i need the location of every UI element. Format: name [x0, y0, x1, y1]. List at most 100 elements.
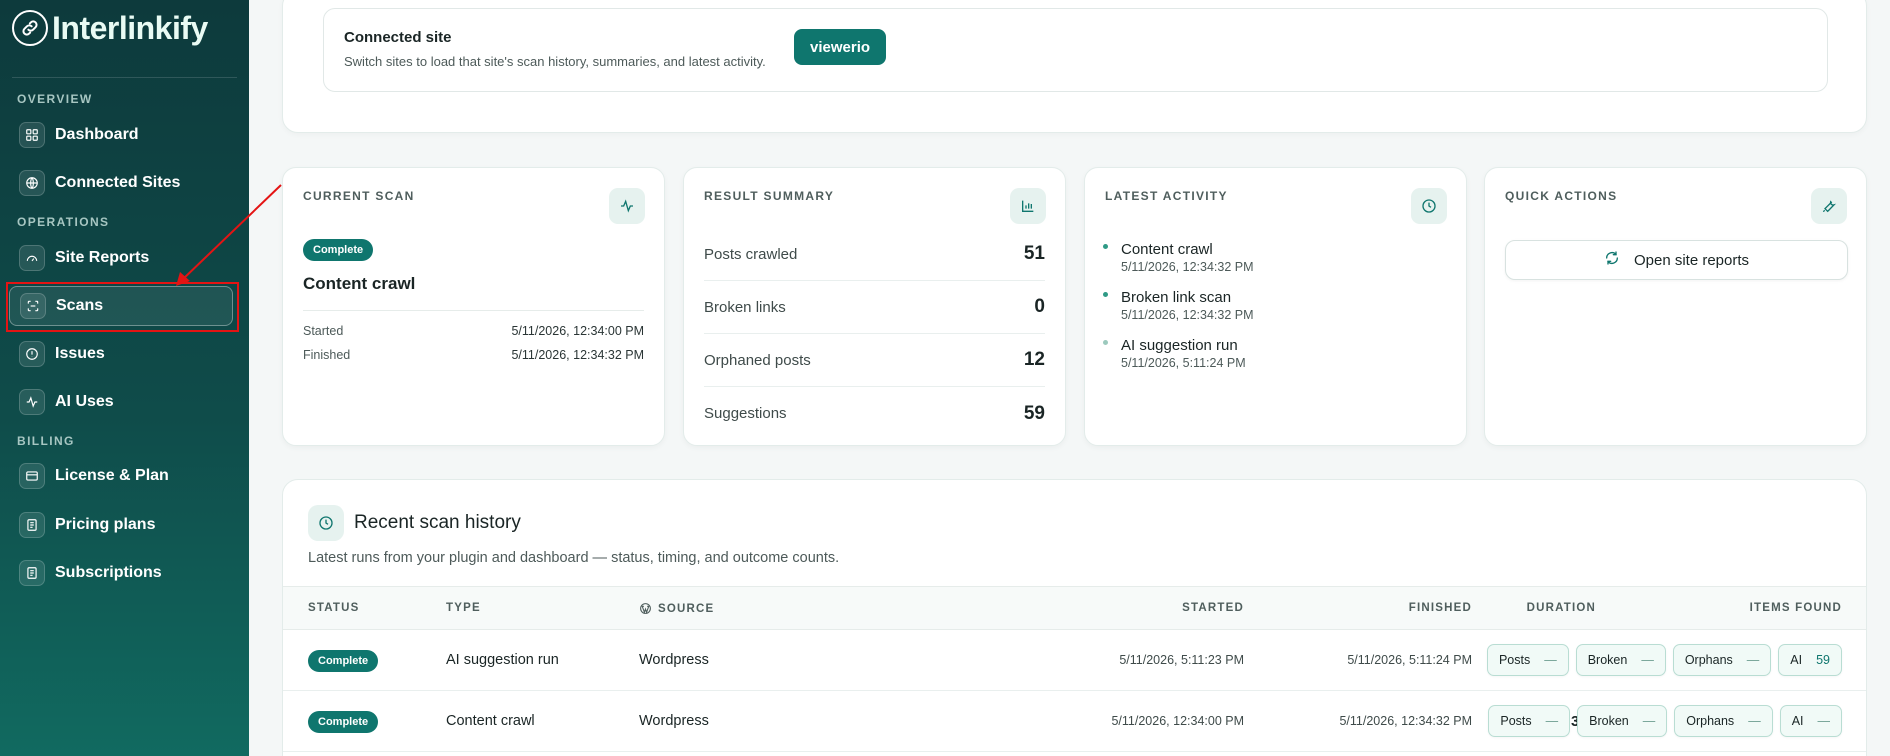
activity-time: 5/11/2026, 12:34:32 PM	[1121, 308, 1254, 322]
table-row[interactable]: Complete Content crawl Wordpress 5/11/20…	[283, 691, 1866, 752]
result-summary-card: RESULT SUMMARY Posts crawled 51 Broken l…	[683, 167, 1066, 446]
clock-icon	[1411, 188, 1447, 224]
sidebar: Interlinkify OVERVIEW Dashboard Connecte…	[0, 0, 249, 756]
status-badge: Complete	[303, 239, 374, 261]
sidebar-item-scans[interactable]: Scans	[9, 286, 233, 326]
pill-value: —	[1817, 714, 1831, 728]
current-scan-title: Content crawl	[303, 274, 416, 293]
pill-value: —	[1642, 714, 1656, 728]
sidebar-item-label: Connected Sites	[55, 174, 181, 191]
activity-time: 5/11/2026, 5:11:24 PM	[1121, 356, 1246, 370]
card-icon	[19, 463, 45, 489]
wrench-icon	[1811, 188, 1847, 224]
clock-icon	[308, 505, 344, 541]
column-started[interactable]: STARTED	[1182, 602, 1244, 614]
nav-section-overview: OVERVIEW	[17, 92, 93, 106]
pill-label: Orphans	[1686, 714, 1735, 728]
sidebar-item-label: Subscriptions	[55, 564, 162, 581]
sidebar-item-subscriptions[interactable]: Subscriptions	[9, 553, 233, 593]
nav-section-operations: OPERATIONS	[17, 215, 110, 229]
finished-label: Finished	[303, 348, 351, 362]
summary-row-suggestions: Suggestions 59	[704, 387, 1045, 440]
card-label: QUICK ACTIONS	[1505, 189, 1618, 203]
pill-label: AI	[1791, 714, 1804, 728]
column-type[interactable]: TYPE	[446, 602, 481, 614]
column-duration[interactable]: DURATION	[1527, 602, 1596, 614]
items-pill-ai[interactable]: AI —	[1779, 705, 1842, 737]
items-pill-broken[interactable]: Broken —	[1577, 705, 1668, 737]
items-pill-posts[interactable]: Posts —	[1488, 705, 1571, 737]
table-header: STATUS TYPE SOURCE STARTED FINISHED DURA…	[283, 586, 1866, 630]
summary-row-broken-links: Broken links 0	[704, 281, 1045, 334]
sidebar-item-connected-sites[interactable]: Connected Sites	[9, 163, 233, 203]
status-badge: Complete	[308, 650, 379, 672]
brand[interactable]: Interlinkify	[12, 8, 208, 48]
refresh-icon	[1604, 250, 1620, 270]
sidebar-item-pricing-plans[interactable]: Pricing plans	[9, 505, 233, 545]
sidebar-item-license-plan[interactable]: License & Plan	[9, 456, 233, 496]
activity-item[interactable]: Broken link scan 5/11/2026, 12:34:32 PM	[1103, 289, 1254, 322]
column-finished[interactable]: FINISHED	[1409, 602, 1472, 614]
summary-label: Broken links	[704, 298, 786, 316]
activity-title: Content crawl	[1121, 241, 1213, 258]
site-selector-button[interactable]: viewerio	[794, 29, 887, 65]
items-pill-orphans[interactable]: Orphans —	[1674, 705, 1773, 737]
pill-label: Orphans	[1684, 653, 1733, 667]
nav-section-billing: BILLING	[17, 434, 75, 448]
items-found-group: Posts — Broken — Orphans — AI —	[1488, 705, 1842, 737]
sidebar-item-ai-uses[interactable]: AI Uses	[9, 382, 233, 422]
pill-label: Broken	[1589, 714, 1629, 728]
pill-value: —	[1746, 653, 1760, 667]
items-pill-broken[interactable]: Broken —	[1575, 644, 1666, 676]
summary-value: 51	[1023, 243, 1045, 264]
globe-icon	[19, 170, 45, 196]
items-pill-ai[interactable]: AI 59	[1778, 644, 1842, 676]
summary-value: 59	[1023, 402, 1045, 424]
sidebar-item-label: License & Plan	[55, 467, 169, 484]
row-started: 5/11/2026, 12:34:00 PM	[1111, 714, 1244, 728]
pill-value: —	[1544, 653, 1557, 667]
items-found-group: Posts — Broken — Orphans — AI 59	[1486, 644, 1842, 676]
summary-row-orphaned-posts: Orphaned posts 12	[704, 334, 1045, 387]
status-badge: Complete	[308, 711, 379, 733]
column-items-found[interactable]: ITEMS FOUND	[1750, 602, 1842, 614]
divider	[303, 310, 644, 311]
current-scan-card: CURRENT SCAN Complete Content crawl Star…	[282, 167, 665, 446]
connected-site-title: Connected site	[344, 29, 452, 46]
table-row[interactable]: Complete AI suggestion run Wordpress 5/1…	[283, 630, 1866, 691]
sidebar-item-dashboard[interactable]: Dashboard	[9, 115, 233, 155]
summary-value: 12	[1023, 349, 1045, 370]
activity-icon	[19, 389, 45, 415]
items-pill-posts[interactable]: Posts —	[1486, 644, 1569, 676]
activity-title: AI suggestion run	[1121, 337, 1238, 354]
sidebar-item-label: Dashboard	[55, 126, 139, 143]
items-pill-orphans[interactable]: Orphans —	[1672, 644, 1772, 676]
pill-value: —	[1545, 714, 1559, 728]
column-source[interactable]: SOURCE	[639, 602, 714, 615]
card-label: CURRENT SCAN	[303, 189, 415, 203]
activity-title: Broken link scan	[1121, 289, 1232, 306]
sidebar-item-site-reports[interactable]: Site Reports	[9, 238, 233, 278]
pill-value: —	[1641, 653, 1654, 667]
recent-scan-history: Recent scan history Latest runs from you…	[282, 479, 1867, 756]
sidebar-item-label: Site Reports	[55, 249, 150, 266]
activity-item[interactable]: AI suggestion run 5/11/2026, 5:11:24 PM	[1103, 337, 1246, 370]
column-status[interactable]: STATUS	[308, 602, 360, 614]
activity-item[interactable]: Content crawl 5/11/2026, 12:34:32 PM	[1103, 241, 1254, 274]
pill-label: AI	[1790, 653, 1803, 667]
open-site-reports-label: Open site reports	[1633, 251, 1750, 269]
pill-value: 59	[1816, 653, 1830, 667]
sidebar-item-label: Pricing plans	[55, 516, 156, 533]
scan-started-row: Started 5/11/2026, 12:34:00 PM	[303, 324, 644, 338]
brand-name: Interlinkify	[52, 9, 208, 46]
sidebar-item-label: AI Uses	[55, 393, 114, 410]
row-source: Wordpress	[639, 652, 709, 668]
sidebar-item-issues[interactable]: Issues	[9, 334, 233, 374]
alert-icon	[19, 341, 45, 367]
wordpress-icon	[640, 603, 651, 614]
pill-label: Broken	[1587, 653, 1628, 667]
column-source-label: SOURCE	[658, 602, 715, 615]
summary-label: Suggestions	[704, 405, 787, 422]
quick-actions-card: QUICK ACTIONS Open site reports	[1484, 167, 1867, 446]
open-site-reports-button[interactable]: Open site reports	[1505, 240, 1848, 280]
